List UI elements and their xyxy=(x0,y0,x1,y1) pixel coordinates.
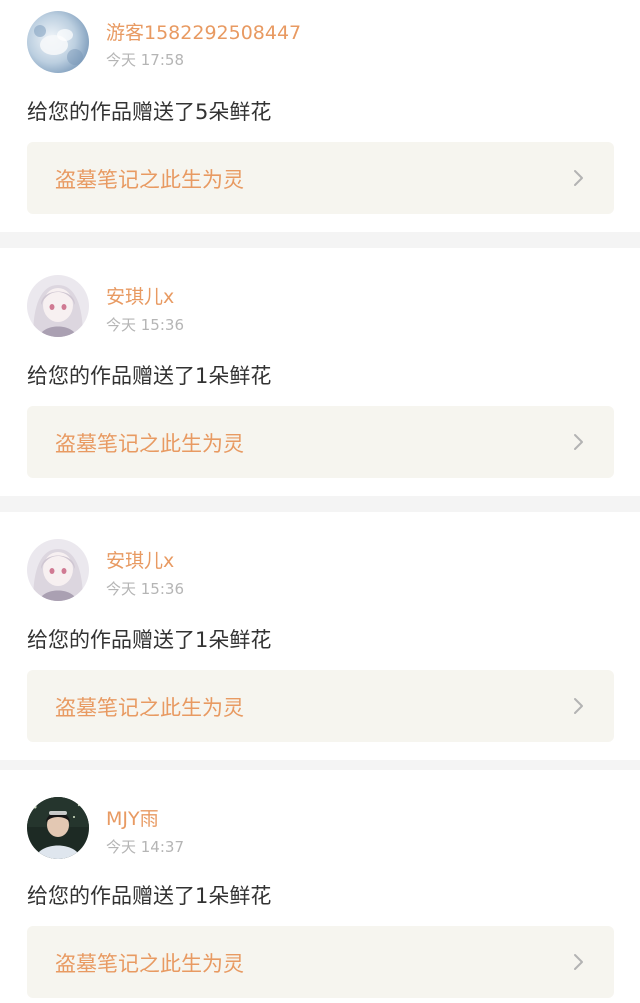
photo-avatar-icon[interactable] xyxy=(27,797,89,859)
work-title: 盗墓笔记之此生为灵 xyxy=(55,168,244,192)
notification-card: MJY雨 今天 14:37 给您的作品赠送了1朵鲜花 盗墓笔记之此生为灵 xyxy=(0,770,640,1003)
divider xyxy=(0,232,640,248)
anime-girl-avatar-icon[interactable] xyxy=(27,539,89,601)
username[interactable]: 游客1582292508447 xyxy=(106,18,301,45)
gift-message: 给您的作品赠送了5朵鲜花 xyxy=(27,100,272,124)
chevron-right-icon xyxy=(574,954,583,970)
timestamp: 今天 15:36 xyxy=(106,316,184,334)
divider xyxy=(0,496,640,512)
divider xyxy=(0,760,640,770)
timestamp: 今天 15:36 xyxy=(106,580,184,598)
anime-girl-avatar-icon[interactable] xyxy=(27,275,89,337)
username[interactable]: MJY雨 xyxy=(106,804,159,831)
work-title: 盗墓笔记之此生为灵 xyxy=(55,432,244,456)
work-link[interactable]: 盗墓笔记之此生为灵 xyxy=(27,670,614,742)
guest-avatar-icon[interactable] xyxy=(27,11,89,73)
work-title: 盗墓笔记之此生为灵 xyxy=(55,696,244,720)
gift-message: 给您的作品赠送了1朵鲜花 xyxy=(27,364,272,388)
gift-message: 给您的作品赠送了1朵鲜花 xyxy=(27,884,272,908)
timestamp: 今天 17:58 xyxy=(106,51,184,69)
username[interactable]: 安琪儿x xyxy=(106,282,174,309)
work-link[interactable]: 盗墓笔记之此生为灵 xyxy=(27,406,614,478)
username[interactable]: 安琪儿x xyxy=(106,546,174,573)
chevron-right-icon xyxy=(574,698,583,714)
work-link[interactable]: 盗墓笔记之此生为灵 xyxy=(27,926,614,998)
notification-card: 游客1582292508447 今天 17:58 给您的作品赠送了5朵鲜花 盗墓… xyxy=(0,0,640,232)
notification-feed: 游客1582292508447 今天 17:58 给您的作品赠送了5朵鲜花 盗墓… xyxy=(0,0,640,1003)
notification-card: 安琪儿x 今天 15:36 给您的作品赠送了1朵鲜花 盗墓笔记之此生为灵 xyxy=(0,248,640,496)
gift-message: 给您的作品赠送了1朵鲜花 xyxy=(27,628,272,652)
chevron-right-icon xyxy=(574,170,583,186)
work-link[interactable]: 盗墓笔记之此生为灵 xyxy=(27,142,614,214)
chevron-right-icon xyxy=(574,434,583,450)
work-title: 盗墓笔记之此生为灵 xyxy=(55,952,244,976)
notification-card: 安琪儿x 今天 15:36 给您的作品赠送了1朵鲜花 盗墓笔记之此生为灵 xyxy=(0,512,640,760)
timestamp: 今天 14:37 xyxy=(106,838,184,856)
